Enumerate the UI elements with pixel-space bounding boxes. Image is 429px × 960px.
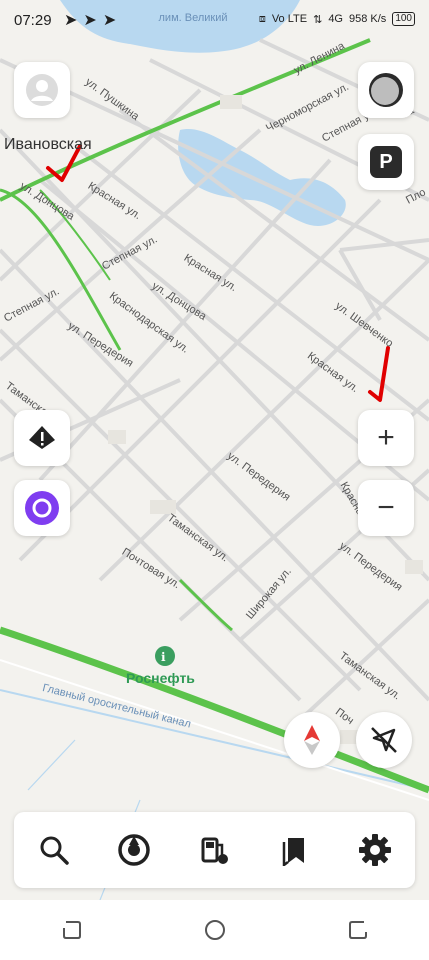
status-right: ⧈ Vo LTE ⇅ 4G 958 K/s 100	[259, 12, 415, 26]
zoom-in-button[interactable]: +	[358, 410, 414, 466]
recent-apps-button[interactable]	[52, 910, 92, 950]
compass-icon	[304, 725, 320, 755]
network-volte: Vo LTE	[271, 13, 308, 25]
layers-button[interactable]	[358, 62, 414, 118]
home-icon	[204, 920, 225, 940]
bookmarks-button[interactable]	[271, 826, 319, 874]
navigator-button[interactable]	[110, 826, 158, 874]
profile-button[interactable]	[14, 62, 70, 118]
status-bar: 07:29 ➤➤➤ ⧈ Vo LTE ⇅ 4G 958 K/s 100	[0, 0, 429, 40]
parking-label: P	[379, 150, 393, 173]
settings-button[interactable]	[351, 826, 399, 874]
settings-icon	[358, 834, 391, 866]
data-arrows-icon: ⇅	[313, 13, 323, 26]
bookmarks-icon	[282, 838, 304, 866]
location-button[interactable]	[356, 712, 412, 768]
bottom-toolbar	[14, 812, 415, 888]
parking-icon: P	[370, 146, 402, 178]
label-rosneft[interactable]: Роснефть	[126, 670, 195, 686]
parking-button[interactable]: P	[358, 134, 414, 190]
back-button[interactable]	[338, 910, 378, 950]
back-icon	[348, 921, 367, 939]
zoom-in-label: +	[377, 421, 395, 454]
status-time: 07:29	[14, 12, 52, 29]
road-alert-icon	[29, 426, 55, 449]
system-nav-bar	[0, 900, 429, 960]
zoom-out-label: −	[377, 491, 395, 524]
gas-station-button[interactable]	[190, 826, 238, 874]
home-button[interactable]	[195, 910, 235, 950]
navigator-icon	[118, 834, 151, 866]
search-button[interactable]	[30, 826, 78, 874]
road-alert-button[interactable]	[14, 410, 70, 466]
avatar-icon	[26, 74, 58, 106]
network-speed: 958 K/s	[349, 13, 387, 25]
svg-text:ℹ: ℹ	[161, 650, 166, 664]
compass-button[interactable]	[284, 712, 340, 768]
alice-icon	[25, 491, 59, 525]
recent-apps-icon	[62, 921, 81, 939]
alice-button[interactable]	[14, 480, 70, 536]
network-4g: 4G	[328, 13, 343, 25]
zoom-out-button[interactable]: −	[358, 480, 414, 536]
label-district[interactable]: Ивановская	[4, 136, 92, 154]
location-off-icon	[371, 727, 397, 753]
search-icon	[40, 836, 69, 865]
status-navigation-icons: ➤➤➤	[64, 12, 123, 29]
layers-icon	[369, 73, 403, 107]
gas-station-icon	[201, 837, 229, 864]
vibrate-icon: ⧈	[258, 12, 266, 25]
battery-level: 100	[392, 12, 415, 26]
